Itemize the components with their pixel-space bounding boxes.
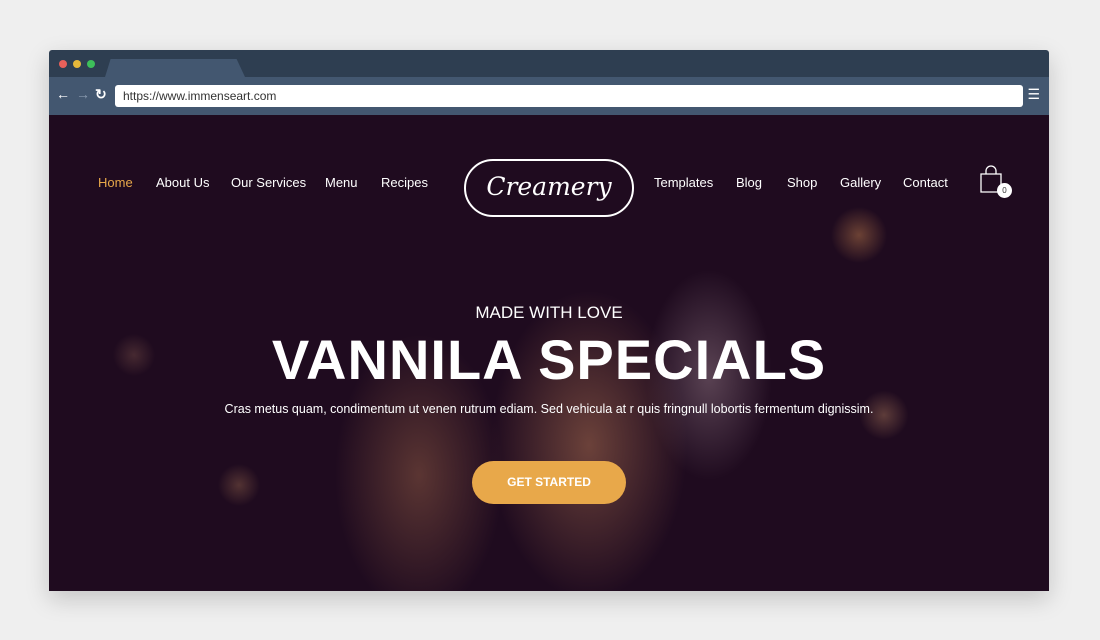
- browser-tab[interactable]: [105, 59, 245, 77]
- nav-contact[interactable]: Contact: [903, 175, 948, 190]
- browser-window: ← → ↻ https://www.immenseart.com ☰ Home …: [49, 50, 1049, 591]
- browser-toolbar: ← → ↻ https://www.immenseart.com ☰: [49, 77, 1049, 115]
- nav-gallery[interactable]: Gallery: [840, 175, 881, 190]
- title-bar: [49, 50, 1049, 77]
- nav-blog[interactable]: Blog: [736, 175, 762, 190]
- back-arrow-icon[interactable]: ←: [56, 86, 70, 102]
- address-bar[interactable]: https://www.immenseart.com: [115, 85, 1023, 107]
- cart-count-badge: 0: [997, 183, 1012, 198]
- nav-our-services[interactable]: Our Services: [231, 175, 306, 190]
- get-started-button[interactable]: GET STARTED: [472, 461, 626, 504]
- hamburger-menu-icon[interactable]: ☰: [1027, 86, 1040, 103]
- minimize-window-button[interactable]: [73, 60, 81, 68]
- reload-icon[interactable]: ↻: [95, 86, 107, 103]
- maximize-window-button[interactable]: [87, 60, 95, 68]
- nav-home[interactable]: Home: [98, 175, 133, 190]
- nav-recipes[interactable]: Recipes: [381, 175, 428, 190]
- forward-arrow-icon[interactable]: →: [76, 86, 90, 102]
- hero-description: Cras metus quam, condimentum ut venen ru…: [224, 402, 874, 416]
- nav-about-us[interactable]: About Us: [156, 175, 209, 190]
- nav-menu[interactable]: Menu: [325, 175, 358, 190]
- hero-title: VANNILA SPECIALS: [271, 328, 827, 391]
- close-window-button[interactable]: [59, 60, 67, 68]
- hero-section: Home About Us Our Services Menu Recipes …: [49, 115, 1049, 591]
- nav-shop[interactable]: Shop: [787, 175, 817, 190]
- nav-templates[interactable]: Templates: [654, 175, 713, 190]
- logo[interactable]: Creamery: [464, 159, 634, 217]
- hero-subtitle: MADE WITH LOVE: [475, 303, 623, 322]
